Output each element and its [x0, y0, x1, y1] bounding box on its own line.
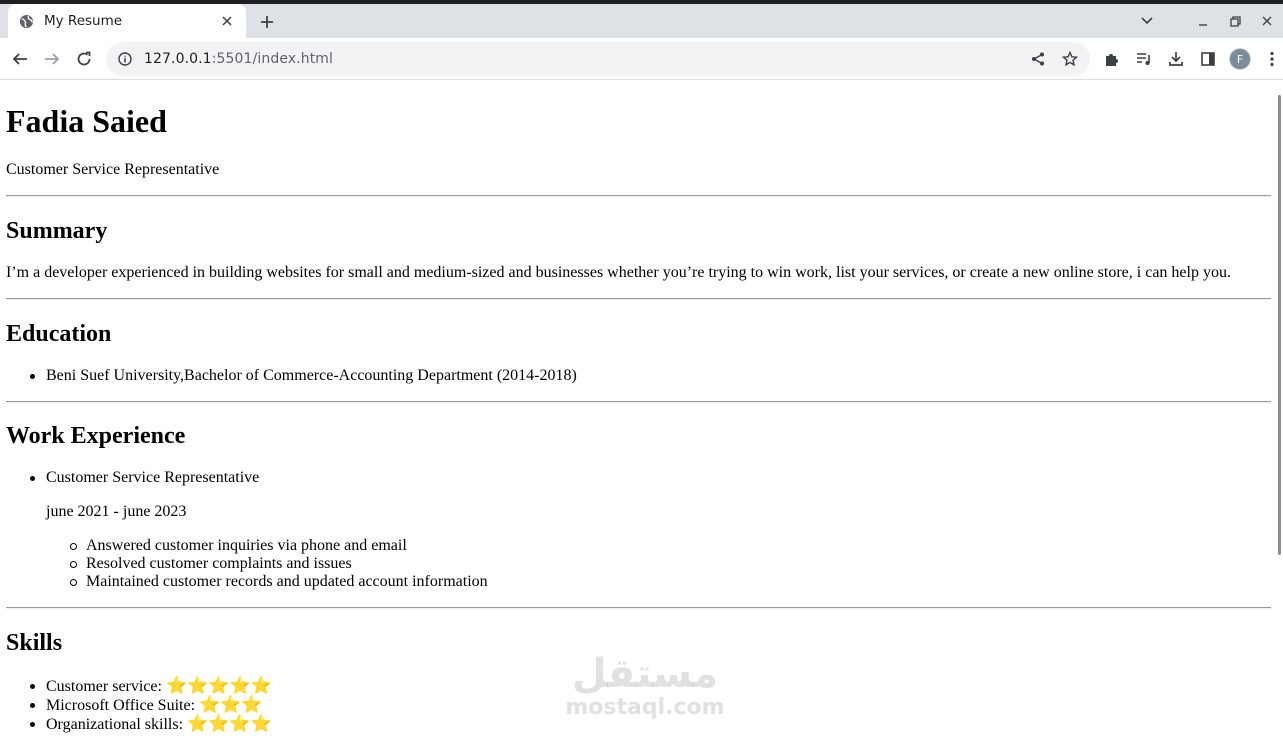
address-bar[interactable]: 127.0.0.1:5501/index.html: [106, 42, 1090, 76]
work-heading: Work Experience: [6, 423, 186, 449]
skill-item: Organizational skills: ⭐⭐⭐⭐: [30, 714, 272, 734]
new-tab-button[interactable]: [256, 11, 278, 33]
url-host: 127.0.0.1: [144, 51, 212, 67]
url-path: :5501/index.html: [211, 51, 334, 67]
watermark-arabic: مستقل: [571, 651, 719, 697]
forward-arrow-icon[interactable]: [38, 45, 66, 73]
profile-initial: F: [1229, 48, 1251, 70]
job-period: june 2021 - june 2023: [46, 503, 187, 520]
resume-title: Customer Service Representative: [6, 161, 220, 178]
divider: [6, 607, 1271, 609]
url-text: 127.0.0.1:5501/index.html: [144, 51, 333, 67]
close-window-icon[interactable]: [1251, 4, 1283, 38]
side-panel-icon[interactable]: [1194, 45, 1222, 73]
scrollbar-thumb[interactable]: [1278, 95, 1281, 555]
minimize-icon[interactable]: [1187, 4, 1219, 38]
job-title: Customer Service Representative: [29, 469, 260, 486]
globe-icon: [18, 13, 34, 29]
bookmark-star-icon[interactable]: [1056, 45, 1084, 73]
page-scrollbar[interactable]: [1271, 81, 1283, 745]
star-rating-icon: ⭐⭐⭐: [199, 695, 263, 715]
divider: [6, 298, 1271, 300]
education-heading: Education: [6, 321, 112, 347]
profile-avatar[interactable]: F: [1226, 45, 1254, 73]
skill-label: Microsoft Office Suite:: [46, 697, 196, 714]
divider: [6, 401, 1271, 403]
duty-item: Resolved customer complaints and issues: [70, 555, 352, 572]
restore-icon[interactable]: [1219, 4, 1251, 38]
tab-bar: My Resume: [0, 4, 1283, 38]
divider: [6, 195, 1271, 197]
tab-title: My Resume: [44, 13, 123, 29]
close-tab-icon[interactable]: [218, 12, 236, 30]
skill-label: Customer service:: [46, 678, 162, 695]
tab-search-icon[interactable]: [1131, 4, 1163, 38]
skills-heading: Skills: [6, 630, 63, 656]
summary-text: I’m a developer experienced in building …: [6, 264, 1231, 281]
page-viewport: Fadia Saied Customer Service Representat…: [0, 81, 1283, 745]
star-rating-icon: ⭐⭐⭐⭐: [187, 714, 272, 734]
download-icon[interactable]: [1162, 45, 1190, 73]
tab-my-resume[interactable]: My Resume: [8, 4, 246, 38]
kebab-menu-icon[interactable]: [1258, 45, 1283, 73]
duty-item: Maintained customer records and updated …: [70, 573, 488, 590]
mostaql-watermark: مستقل mostaql.com: [560, 652, 730, 720]
browser-toolbar: 127.0.0.1:5501/index.html F: [0, 38, 1283, 80]
summary-heading: Summary: [6, 218, 108, 244]
site-info-icon[interactable]: [116, 50, 134, 68]
skill-item: Microsoft Office Suite: ⭐⭐⭐: [30, 695, 263, 715]
education-item: Beni Suef University,Bachelor of Commerc…: [30, 367, 577, 384]
resume-name: Fadia Saied: [6, 103, 167, 139]
skill-item: Customer service: ⭐⭐⭐⭐⭐: [30, 676, 272, 696]
back-arrow-icon[interactable]: [6, 45, 34, 73]
star-rating-icon: ⭐⭐⭐⭐⭐: [165, 676, 272, 696]
skill-label: Organizational skills:: [46, 716, 184, 733]
reload-icon[interactable]: [70, 45, 98, 73]
duty-item: Answered customer inquiries via phone an…: [70, 537, 407, 554]
media-playlist-icon[interactable]: [1130, 45, 1158, 73]
share-icon[interactable]: [1024, 45, 1052, 73]
extensions-puzzle-icon[interactable]: [1098, 45, 1126, 73]
watermark-latin: mostaql.com: [565, 695, 725, 720]
